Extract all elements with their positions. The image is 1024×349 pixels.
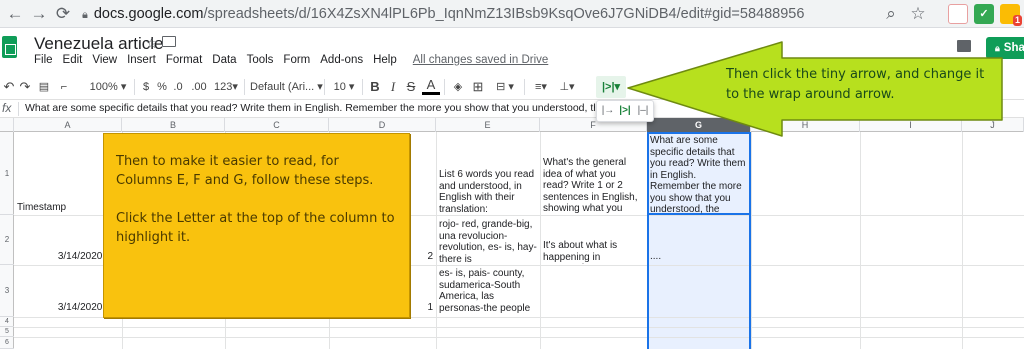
toolbar-divider xyxy=(524,79,525,95)
toolbar-divider xyxy=(134,79,135,95)
col-divider xyxy=(962,132,963,349)
cell-e3[interactable]: es- is, pais- county, sudamerica-South A… xyxy=(436,268,540,316)
extension-icon[interactable] xyxy=(948,4,968,24)
toolbar-divider xyxy=(362,79,363,95)
row-header-3[interactable]: 3 xyxy=(0,265,14,317)
zoom-icon[interactable]: ⌕ xyxy=(880,3,902,25)
undo-icon[interactable]: ↶ xyxy=(2,77,16,97)
extension-badge-icon[interactable]: 1 xyxy=(1000,4,1022,26)
reload-icon[interactable]: ⟳ xyxy=(52,3,74,25)
col-divider xyxy=(751,132,752,349)
font-family-select[interactable]: Default (Ari... ▾ xyxy=(250,77,323,97)
currency-format-button[interactable]: $ xyxy=(140,77,152,97)
paint-format-icon[interactable]: ⌐ xyxy=(56,77,72,97)
callout-arrow-text: Then click the tiny arrow, and change it… xyxy=(726,67,985,102)
horizontal-align-icon[interactable]: ≡▾ xyxy=(530,77,552,97)
print-icon[interactable]: ▤ xyxy=(36,77,52,97)
instruction-note: Then to make it easier to read, for Colu… xyxy=(103,133,410,318)
column-header-a[interactable]: A xyxy=(14,118,122,132)
note-paragraph-1: Then to make it easier to read, for Colu… xyxy=(116,154,374,188)
toolbar-divider xyxy=(444,79,445,95)
menu-view[interactable]: View xyxy=(92,54,117,70)
menu-help[interactable]: Help xyxy=(373,54,397,70)
extension-green-icon[interactable]: ✓ xyxy=(974,4,994,24)
col-divider xyxy=(860,132,861,349)
menu-tools[interactable]: Tools xyxy=(247,54,274,70)
italic-button[interactable]: I xyxy=(386,77,400,97)
select-all-corner[interactable] xyxy=(0,118,14,132)
cell-g2[interactable]: .... xyxy=(647,251,751,263)
row-divider xyxy=(14,337,1024,338)
extension-badge-count: 1 xyxy=(1012,15,1022,26)
column-header-c[interactable]: C xyxy=(225,118,329,132)
cell-g1[interactable]: What are some specific details that you … xyxy=(647,135,751,215)
back-icon[interactable]: ← xyxy=(4,3,26,25)
menu-data[interactable]: Data xyxy=(212,54,236,70)
cell-e1[interactable]: List 6 words you read and understood, in… xyxy=(436,169,540,215)
font-size-value: 10 xyxy=(333,81,346,93)
save-status[interactable]: All changes saved in Drive xyxy=(413,54,549,70)
formula-input[interactable]: What are some specific details that you … xyxy=(25,102,595,114)
row-header-2[interactable]: 2 xyxy=(0,215,14,265)
menu-form[interactable]: Form xyxy=(283,54,310,70)
menu-insert[interactable]: Insert xyxy=(127,54,156,70)
vertical-align-icon[interactable]: ⊥▾ xyxy=(556,77,578,97)
borders-icon[interactable]: ⊞ xyxy=(470,77,486,97)
row-header-5[interactable]: 5 xyxy=(0,327,14,337)
cell-f2[interactable]: It's about what is happening in Venezuel… xyxy=(540,240,647,264)
font-family-value: Default (Ari... xyxy=(250,81,315,93)
zoom-select[interactable]: 100% ▾ xyxy=(86,77,130,97)
bookmark-star-icon[interactable]: ☆ xyxy=(907,3,929,25)
cell-e2[interactable]: rojo- red, grande-big, una revolucion-re… xyxy=(436,219,540,265)
row-header-6[interactable]: 6 xyxy=(0,337,14,349)
text-color-button[interactable]: A xyxy=(422,77,440,95)
more-formats-label: 123 xyxy=(214,81,233,93)
menu-add-ons[interactable]: Add-ons xyxy=(320,54,363,70)
lock-icon: 🔒︎ xyxy=(82,9,88,21)
column-header-d[interactable]: D xyxy=(329,118,436,132)
merge-cells-icon[interactable]: ⊟ ▾ xyxy=(490,77,520,97)
zoom-value: 100% xyxy=(89,81,118,93)
column-header-e[interactable]: E xyxy=(436,118,540,132)
bold-button[interactable]: B xyxy=(368,77,382,97)
toolbar-divider xyxy=(324,79,325,95)
url-path: /spreadsheets/d/16X4ZsXN4lPL6Pb_IqnNmZ13… xyxy=(203,6,805,22)
row-header-4[interactable]: 4 xyxy=(0,317,14,327)
url-host: docs.google.com xyxy=(93,6,204,22)
font-size-select[interactable]: 10 ▾ xyxy=(330,77,358,97)
menu-bar: File Edit View Insert Format Data Tools … xyxy=(34,54,548,70)
toolbar-divider xyxy=(244,79,245,95)
sheets-logo-icon[interactable] xyxy=(2,36,17,58)
menu-edit[interactable]: Edit xyxy=(63,54,83,70)
row-headers: 1 2 3 4 5 6 xyxy=(0,132,14,349)
browser-toolbar: ← → ⟳ 🔒︎ docs.google.com/spreadsheets/d/1… xyxy=(0,0,1024,28)
cell-f1[interactable]: What's the general idea of what you read… xyxy=(540,157,647,215)
menu-file[interactable]: File xyxy=(34,54,53,70)
menu-format[interactable]: Format xyxy=(166,54,202,70)
forward-icon[interactable]: → xyxy=(28,3,50,25)
fill-color-icon[interactable]: ◈ xyxy=(450,77,466,97)
row-header-1[interactable]: 1 xyxy=(0,132,14,215)
row-divider xyxy=(14,327,1024,328)
folder-icon[interactable] xyxy=(162,36,176,47)
more-formats-button[interactable]: 123▾ xyxy=(212,77,240,97)
fx-icon: fx xyxy=(2,101,12,115)
decrease-decimal-button[interactable]: .0 xyxy=(170,77,186,97)
formula-divider xyxy=(18,102,19,116)
note-paragraph-2: Click the Letter at the top of the colum… xyxy=(116,211,395,245)
increase-decimal-button[interactable]: .00 xyxy=(188,77,210,97)
strikethrough-button[interactable]: S xyxy=(404,77,418,97)
percent-format-button[interactable]: % xyxy=(156,77,168,97)
redo-icon[interactable]: ↷ xyxy=(18,77,32,97)
column-header-b[interactable]: B xyxy=(122,118,225,132)
star-icon[interactable]: ☆ xyxy=(145,34,158,52)
address-bar[interactable]: 🔒︎ docs.google.com/spreadsheets/d/16X4ZsX… xyxy=(82,3,912,25)
